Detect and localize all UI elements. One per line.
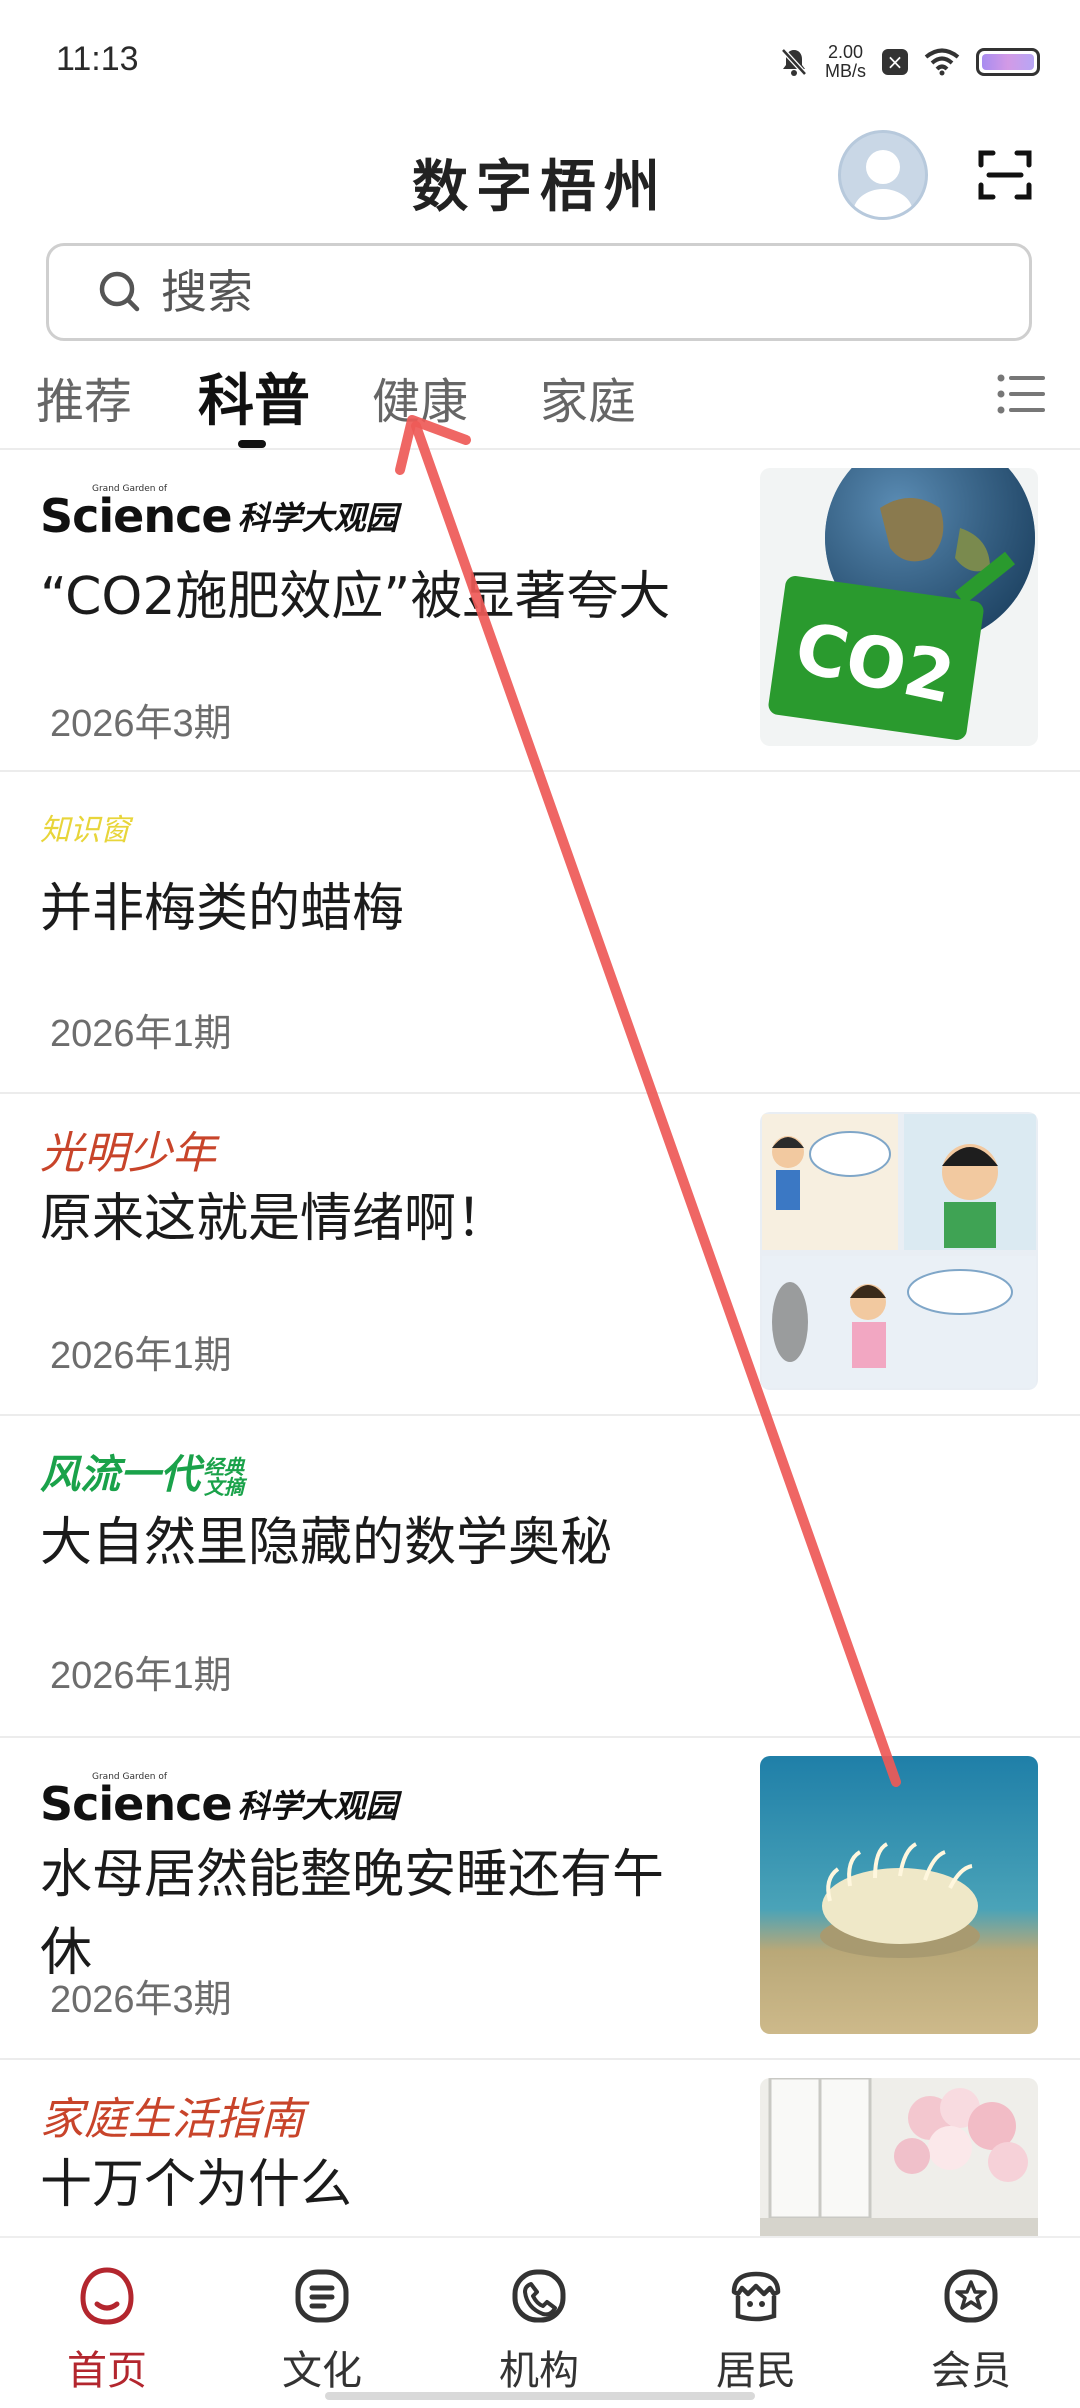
app-header: 数字梧州 (0, 120, 1080, 225)
co2-globe-image: CO2 (760, 468, 1038, 746)
nav-culture[interactable]: 文化 (257, 2264, 387, 2396)
flowers-window-image (760, 2078, 1038, 2236)
article-item[interactable]: Grand Garden of Science 科学大观园 水母居然能整晚安睡还… (0, 1738, 1080, 2060)
tab-recommend[interactable]: 推荐 (36, 362, 132, 432)
source-brand-cn: 科学大观园 (237, 499, 398, 537)
nav-label: 会员 (931, 2348, 1011, 2394)
article-thumbnail (760, 1756, 1038, 2034)
nav-institution[interactable]: 机构 (474, 2264, 604, 2396)
nav-label: 文化 (282, 2348, 362, 2394)
avatar[interactable] (838, 130, 928, 220)
source-logo: Grand Garden of Science 科学大观园 (40, 470, 398, 540)
status-icons: 2.00 MB/s × (779, 40, 1040, 84)
source-brand: 家庭生活指南 (40, 2094, 304, 2145)
nav-home[interactable]: 首页 (42, 2264, 172, 2396)
home-indicator[interactable] (325, 2392, 755, 2400)
article-date: 2026年1期 (50, 1335, 232, 1377)
comic-kids-image (760, 1112, 1038, 1390)
search-icon (99, 271, 140, 312)
battery-icon (976, 48, 1040, 76)
article-title: “CO2施肥效应”被显著夸大 (40, 567, 671, 627)
nav-member[interactable]: 会员 (906, 2264, 1036, 2396)
member-star-icon (944, 2269, 998, 2323)
search-input[interactable] (159, 264, 923, 320)
bottom-navigation: 首页 文化 机构 居民 会员 (0, 2236, 1080, 2408)
network-speed: 2.00 MB/s (824, 42, 866, 81)
article-thumbnail (760, 2078, 1038, 2236)
source-brand: Science (40, 489, 233, 543)
phone-icon (512, 2269, 566, 2323)
article-thumbnail: CO2 (760, 468, 1038, 746)
tab-health[interactable]: 健康 (372, 362, 468, 432)
article-item[interactable]: Grand Garden of Science 科学大观园 “CO2施肥效应”被… (0, 450, 1080, 772)
source-brand: 知识窗 (40, 813, 130, 848)
wifi-icon (924, 48, 960, 76)
jellyfish-image (760, 1756, 1038, 2034)
source-brand: 风流一代 经典文摘 (40, 1442, 248, 1500)
article-item[interactable]: 家庭生活指南 十万个为什么 (0, 2060, 1080, 2236)
status-time: 11:13 (56, 40, 139, 78)
article-date: 2026年3期 (50, 703, 232, 745)
nav-label: 首页 (67, 2348, 147, 2394)
nav-label: 居民 (716, 2348, 796, 2394)
source-logo: 风流一代 经典文摘 (40, 1436, 248, 1506)
source-logo: 光明少年 (40, 1114, 216, 1184)
active-tab-indicator (238, 440, 266, 448)
source-small-text: Grand Garden of (92, 484, 167, 494)
source-logo: 家庭生活指南 (40, 2080, 304, 2150)
article-date: 2026年1期 (50, 1013, 232, 1055)
article-item[interactable]: 光明少年 原来这就是情绪啊！ 2026年1期 (0, 1094, 1080, 1416)
document-icon (295, 2269, 349, 2323)
home-icon (80, 2267, 134, 2325)
tab-science[interactable]: 科普 (198, 356, 310, 437)
article-thumbnail (760, 1112, 1038, 1390)
article-item[interactable]: 知识窗 并非梅类的蜡梅 2026年1期 (0, 772, 1080, 1094)
source-brand: 光明少年 (40, 1128, 216, 1179)
article-item[interactable]: 风流一代 经典文摘 大自然里隐藏的数学奥秘 2026年1期 (0, 1416, 1080, 1738)
article-date: 2026年1期 (50, 1655, 232, 1697)
nav-label: 机构 (499, 2348, 579, 2394)
source-logo: 知识窗 (40, 792, 130, 862)
source-brand-cn: 科学大观园 (237, 1787, 398, 1825)
source-brand: Science (40, 1777, 233, 1831)
source-sub-brand: 经典文摘 (204, 1455, 244, 1499)
article-date: 2026年3期 (50, 1979, 232, 2021)
source-small-text: Grand Garden of (92, 1772, 167, 1782)
category-tabs: 推荐 科普 健康 家庭 (0, 348, 1080, 448)
user-avatar-icon (853, 150, 913, 217)
tab-family[interactable]: 家庭 (540, 362, 636, 432)
article-feed: Grand Garden of Science 科学大观园 “CO2施肥效应”被… (0, 450, 1080, 2236)
article-title: 十万个为什么 (40, 2155, 353, 2215)
scan-icon[interactable] (975, 145, 1035, 205)
residents-icon (731, 2271, 781, 2322)
article-title: 原来这就是情绪啊！ (40, 1189, 509, 1249)
mute-icon (781, 48, 807, 76)
article-title: 大自然里隐藏的数学奥秘 (40, 1513, 613, 1573)
nav-residents[interactable]: 居民 (691, 2264, 821, 2396)
close-notification-icon: × (882, 49, 908, 75)
article-title: 并非梅类的蜡梅 (40, 879, 405, 939)
search-bar[interactable] (46, 243, 1032, 341)
category-menu-icon[interactable] (995, 368, 1047, 420)
source-logo: Grand Garden of Science 科学大观园 (40, 1758, 398, 1828)
status-bar: 11:13 2.00 MB/s × (0, 0, 1080, 120)
